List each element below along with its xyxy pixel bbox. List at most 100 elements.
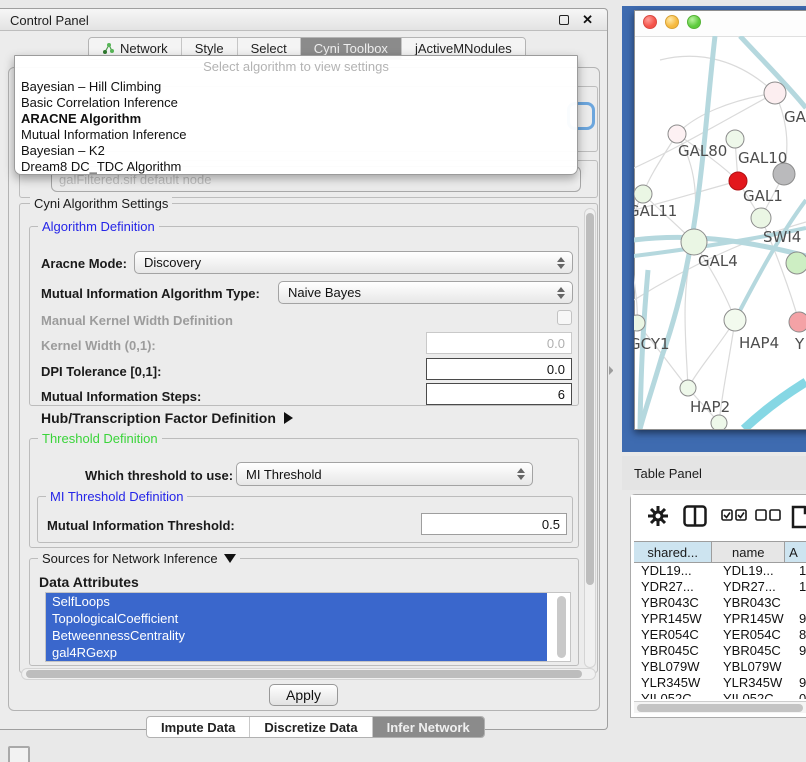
table-row[interactable]: YBL079WYBL079W xyxy=(634,659,806,675)
collapse-down-icon xyxy=(224,554,236,563)
dropdown-item-dream8[interactable]: Dream8 DC_TDC Algorithm xyxy=(20,159,574,175)
column-header-shared-name[interactable]: shared... xyxy=(634,542,712,562)
table-row[interactable]: YER054CYER054C8. xyxy=(634,627,806,643)
list-item-betweennesscentrality[interactable]: BetweennessCentrality xyxy=(46,627,547,644)
algorithm-dropdown-prompt: Select algorithm to view settings xyxy=(15,59,577,74)
manual-kernel-width-label: Manual Kernel Width Definition xyxy=(41,313,233,328)
node-label: GAL11 xyxy=(634,202,677,220)
float-window-icon[interactable] xyxy=(559,15,569,25)
settings-horizontal-scrollbar[interactable] xyxy=(21,668,596,680)
table-row[interactable]: YBR045CYBR045C9. xyxy=(634,643,806,659)
node-label: HAP2 xyxy=(690,398,730,416)
table-row[interactable]: YIL052CYIL052C0 xyxy=(634,691,806,699)
which-threshold-value: MI Threshold xyxy=(246,467,322,482)
list-item-topologicalcoefficient[interactable]: TopologicalCoefficient xyxy=(46,610,547,627)
node-label: GAL10 xyxy=(738,149,787,167)
table-row[interactable]: YLR345WYLR345W9. xyxy=(634,675,806,691)
list-scrollbar-thumb[interactable] xyxy=(557,596,566,658)
node-gal-top[interactable] xyxy=(764,82,786,104)
tab-discretize-data-label: Discretize Data xyxy=(264,720,357,735)
table-horizontal-scrollbar-thumb[interactable] xyxy=(637,704,803,712)
column-header-partial[interactable]: A xyxy=(785,542,806,562)
node-hap4[interactable] xyxy=(724,309,746,331)
column-header-name[interactable]: name xyxy=(712,542,785,562)
tab-discretize-data[interactable]: Discretize Data xyxy=(250,717,372,737)
node-gal10[interactable] xyxy=(726,130,744,148)
control-panel-title: Control Panel xyxy=(10,13,89,28)
table-horizontal-scrollbar[interactable] xyxy=(634,701,806,713)
node-gcy1[interactable] xyxy=(634,315,645,331)
table-row[interactable]: YBR043CYBR043C xyxy=(634,595,806,611)
dpi-tolerance-label: DPI Tolerance [0,1]: xyxy=(41,364,161,379)
node-gal11[interactable] xyxy=(634,185,652,203)
node-hap2[interactable] xyxy=(680,380,696,396)
docked-panel-icon[interactable] xyxy=(8,746,30,762)
mi-algorithm-type-value: Naive Bayes xyxy=(288,285,361,300)
mi-threshold-label: Mutual Information Threshold: xyxy=(47,518,235,533)
settings-horizontal-scrollbar-thumb[interactable] xyxy=(26,670,582,678)
zoom-traffic-light[interactable] xyxy=(687,15,701,29)
node-y[interactable] xyxy=(789,312,806,332)
new-table-icon[interactable] xyxy=(791,505,806,529)
column-layout-icon[interactable] xyxy=(683,505,707,527)
tab-cyni-toolbox-label: Cyni Toolbox xyxy=(314,41,388,56)
which-threshold-combo[interactable]: MI Threshold xyxy=(236,462,533,486)
threshold-definition-title: Threshold Definition xyxy=(38,431,162,446)
kernel-width-field[interactable] xyxy=(426,332,572,354)
dropdown-item-mutual-information[interactable]: Mutual Information Inference xyxy=(20,127,574,143)
close-icon[interactable]: ✕ xyxy=(582,12,593,28)
hub-definition-toggle[interactable]: Hub/Transcription Factor Definition xyxy=(41,410,293,426)
tab-style-label: Style xyxy=(195,41,224,56)
dropdown-item-basic-correlation[interactable]: Basic Correlation Inference xyxy=(20,95,574,111)
mi-steps-field[interactable] xyxy=(426,383,572,405)
mi-algorithm-type-label: Mutual Information Algorithm Type: xyxy=(41,286,260,301)
bottom-tabbar: Impute Data Discretize Data Infer Networ… xyxy=(146,716,485,738)
node-green-right[interactable] xyxy=(786,252,806,274)
cyni-algorithm-settings-title: Cyni Algorithm Settings xyxy=(30,196,172,211)
tab-impute-data[interactable]: Impute Data xyxy=(147,717,250,737)
table-row[interactable]: YDL19...YDL19...13 xyxy=(634,563,806,579)
node-swi4[interactable] xyxy=(751,208,771,228)
manual-kernel-width-checkbox[interactable] xyxy=(557,310,572,325)
tab-infer-network[interactable]: Infer Network xyxy=(373,717,484,737)
tab-jactivemnodules-label: jActiveMNodules xyxy=(415,41,512,56)
node-label: GAL xyxy=(784,108,806,126)
algorithm-dropdown-popup: Select algorithm to view settings Bayesi… xyxy=(14,55,578,175)
tab-impute-data-label: Impute Data xyxy=(161,720,235,735)
panel-divider-handle[interactable] xyxy=(609,366,616,375)
deselect-checkboxes-icon[interactable] xyxy=(755,509,781,522)
list-item-gal4rgexp[interactable]: gal4RGexp xyxy=(46,644,547,661)
apply-button[interactable]: Apply xyxy=(269,684,338,706)
dpi-tolerance-field[interactable] xyxy=(426,358,572,380)
node-label: GCY1 xyxy=(634,335,670,353)
data-attributes-label: Data Attributes xyxy=(39,574,139,590)
network-canvas[interactable]: GAL GAL80 GAL10 GAL1 GAL11 SWI4 GAL4 GCY… xyxy=(634,36,806,429)
kernel-width-label: Kernel Width (0,1): xyxy=(41,338,156,353)
application-root: Control Panel ✕ Network Style Select xyxy=(0,0,806,762)
settings-vertical-scrollbar-thumb[interactable] xyxy=(586,213,594,585)
tab-select-label: Select xyxy=(251,41,287,56)
gear-icon[interactable] xyxy=(647,505,669,527)
hub-definition-label: Hub/Transcription Factor Definition xyxy=(41,410,276,426)
minimize-traffic-light[interactable] xyxy=(665,15,679,29)
dropdown-item-aracne[interactable]: ARACNE Algorithm xyxy=(20,111,574,127)
node-bottom[interactable] xyxy=(711,415,727,429)
node-label: HAP4 xyxy=(739,334,779,352)
select-all-checkboxes-icon[interactable] xyxy=(721,509,747,522)
table-panel-header: Table Panel xyxy=(622,456,806,490)
mi-steps-label: Mutual Information Steps: xyxy=(41,389,201,404)
list-item-selfloops[interactable]: SelfLoops xyxy=(46,593,547,610)
mi-threshold-field[interactable] xyxy=(421,513,567,535)
aracne-mode-combo[interactable]: Discovery xyxy=(134,251,573,274)
network-icon xyxy=(102,42,115,55)
table-row[interactable]: YPR145WYPR145W9. xyxy=(634,611,806,627)
dropdown-item-bayesian-hill-climbing[interactable]: Bayesian – Hill Climbing xyxy=(20,79,574,95)
node-gal80[interactable] xyxy=(668,125,686,143)
node-label: GAL80 xyxy=(678,142,727,160)
table-row[interactable]: YDR27...YDR27...12 xyxy=(634,579,806,595)
mi-algorithm-type-combo[interactable]: Naive Bayes xyxy=(278,281,573,304)
sources-title[interactable]: Sources for Network Inference xyxy=(38,551,240,566)
dropdown-item-bayesian-k2[interactable]: Bayesian – K2 xyxy=(20,143,574,159)
settings-vertical-scrollbar[interactable] xyxy=(584,208,596,668)
close-traffic-light[interactable] xyxy=(643,15,657,29)
